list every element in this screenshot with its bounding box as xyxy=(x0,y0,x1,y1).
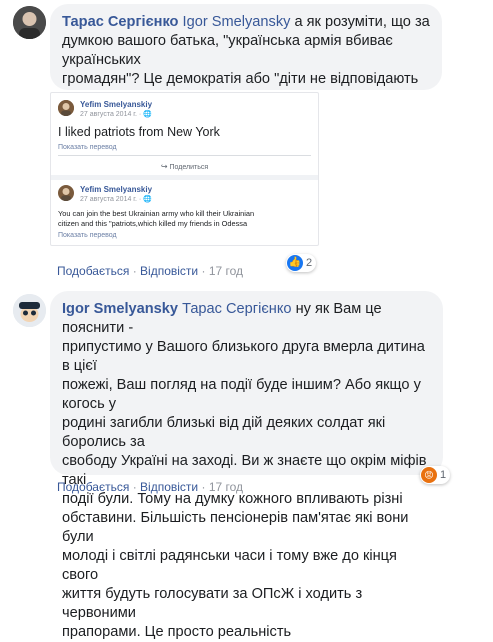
reaction-count: 2 xyxy=(306,257,313,269)
comment-text: думкою вашого батька, "українська армія … xyxy=(62,33,393,68)
reaction-summary[interactable]: 👍 2 xyxy=(286,254,317,272)
embedded-gap xyxy=(51,175,318,180)
cartoon-avatar-icon xyxy=(13,294,46,327)
comment-text: родині загибли близькі від дій деяких со… xyxy=(62,415,386,450)
comment-text: прапорами. Це просто реальність xyxy=(62,624,292,640)
comment-text: припустимо у Вашого близького друга вмер… xyxy=(62,339,425,374)
attached-screenshot[interactable]: Yefim Smelyanskiy 27 августа 2014 г. · 🌐… xyxy=(50,92,319,246)
avatar-taras[interactable] xyxy=(13,6,46,39)
embedded-date: 27 августа 2014 г. · 🌐 xyxy=(80,110,152,118)
reaction-count: 1 xyxy=(440,469,447,481)
reply-link[interactable]: Відповісти xyxy=(140,480,198,494)
embedded-avatar xyxy=(58,100,74,116)
comment-1-actions: Подобається · Відповісти · 17 год xyxy=(57,264,243,278)
comment-mention[interactable]: Тарас Сергієнко xyxy=(182,301,291,317)
embedded-post-text: You can join the best Ukrainian army who… xyxy=(58,209,255,218)
embedded-translate-link: Показать перевод xyxy=(58,232,117,239)
embedded-date-text: 27 августа 2014 г. · xyxy=(80,111,144,118)
person-photo-icon xyxy=(58,100,74,116)
embedded-date: 27 августа 2014 г. · 🌐 xyxy=(80,195,152,203)
comment-text: пожежі, Ваш погляд на події буде іншим? … xyxy=(62,377,421,412)
separator: · xyxy=(201,480,206,494)
like-link[interactable]: Подобається xyxy=(57,264,129,278)
embedded-avatar xyxy=(58,185,74,201)
embedded-post-text: I liked patriots from New York xyxy=(58,125,220,139)
reaction-summary[interactable]: 😡 1 xyxy=(420,466,451,484)
reply-link[interactable]: Відповісти xyxy=(140,264,198,278)
embedded-author: Yefim Smelyanskiy xyxy=(80,100,153,109)
separator: · xyxy=(201,264,206,278)
embedded-share: ↪ Поделиться xyxy=(51,162,318,171)
embedded-share-label: Поделиться xyxy=(169,164,209,171)
comment-mention[interactable]: Igor Smelyansky xyxy=(183,14,291,30)
embedded-author: Yefim Smelyanskiy xyxy=(80,185,153,194)
comment-bubble-1: Тарас Сергієнко Igor Smelyansky а як роз… xyxy=(50,4,442,125)
comment-1-line-1: Тарас Сергієнко Igor Smelyansky а як роз… xyxy=(62,13,430,32)
separator: · xyxy=(132,264,137,278)
comment-time[interactable]: 17 год xyxy=(209,264,243,278)
comment-text: а як розуміти, що за xyxy=(290,14,430,30)
comment-2-line-1: Igor Smelyansky Тарас Сергієнко ну як Ва… xyxy=(62,300,431,338)
embedded-translate-link: Показать перевод xyxy=(58,144,117,151)
like-link[interactable]: Подобається xyxy=(57,480,129,494)
embedded-date-text: 27 августа 2014 г. · xyxy=(80,196,144,203)
like-icon: 👍 xyxy=(287,255,303,271)
comment-text: обставини. Більшість пенсіонерів пам'ята… xyxy=(62,510,409,545)
embedded-post-text: citizen and this "patriots,which killed … xyxy=(58,219,248,228)
avatar-igor[interactable] xyxy=(13,294,46,327)
separator: · xyxy=(132,480,137,494)
person-photo-icon xyxy=(58,185,74,201)
comment-author[interactable]: Igor Smelyansky xyxy=(62,301,178,317)
comment-2-actions: Подобається · Відповісти · 17 год xyxy=(57,480,243,494)
comment-author[interactable]: Тарас Сергієнко xyxy=(62,14,178,30)
share-icon: ↪ xyxy=(160,162,168,171)
comment-text: молоді і світлі радянськи часи і тому вж… xyxy=(62,548,397,583)
embedded-divider xyxy=(58,155,311,156)
person-photo-icon xyxy=(13,6,46,39)
comment-time[interactable]: 17 год xyxy=(209,480,243,494)
globe-icon: 🌐 xyxy=(143,111,152,118)
comment-bubble-2: Igor Smelyansky Тарас Сергієнко ну як Ва… xyxy=(50,291,443,640)
globe-icon: 🌐 xyxy=(143,196,152,203)
angry-icon: 😡 xyxy=(421,467,437,483)
comment-text: життя будуть голосувати за ОПсЖ і ходить… xyxy=(62,586,363,621)
